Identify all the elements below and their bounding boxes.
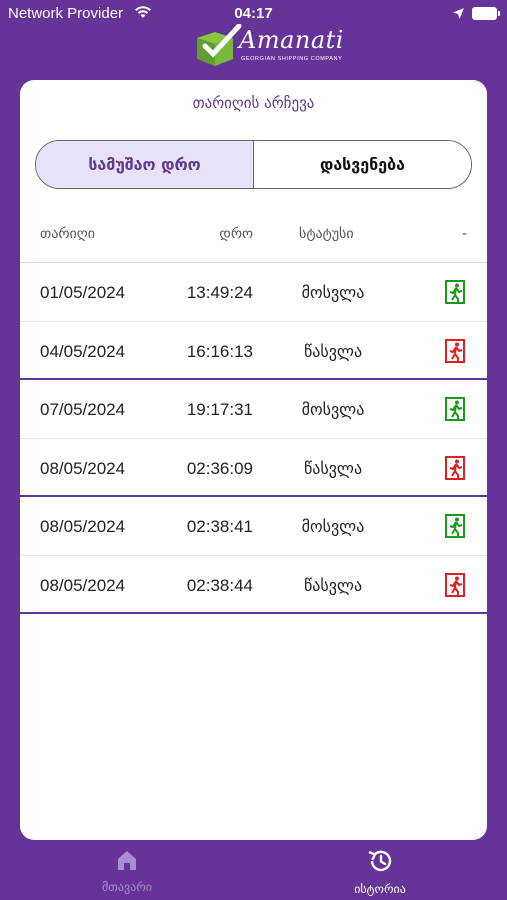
table-row: 08/05/2024 02:38:41 მოსვლა (20, 497, 487, 555)
header-time: დრო (219, 226, 253, 242)
row-time: 02:38:44 (186, 576, 253, 595)
tab-bar: მთავარი ისტორია (0, 840, 507, 900)
amanati-logo: Amanati GEORGIAN SHIPPING COMPANY (193, 24, 343, 72)
entry-icon (445, 397, 467, 421)
segment-break[interactable]: დასვენება (254, 141, 471, 188)
logo-subtitle: GEORGIAN SHIPPING COMPANY (241, 56, 343, 62)
row-time: 19:17:31 (186, 400, 253, 419)
location-arrow-icon (452, 6, 465, 24)
segmented-control: სამუშაო დრო დასვენება (35, 140, 472, 189)
entry-icon (445, 280, 467, 304)
logo-box-icon (197, 24, 242, 66)
history-card: თარიღის არჩევა სამუშაო დრო დასვენება თარ… (20, 80, 487, 840)
row-status: წასვლა (303, 459, 363, 478)
row-status: წასვლა (303, 342, 363, 361)
table-header: თარიღი დრო სტატუსი - (20, 226, 487, 246)
header-status: სტატუსი (299, 226, 354, 242)
row-status: მოსვლა (301, 517, 365, 536)
row-date: 08/05/2024 (40, 517, 126, 536)
tab-history[interactable]: ისტორია (310, 848, 450, 896)
row-date: 08/05/2024 (40, 576, 126, 595)
row-status: მოსვლა (301, 283, 365, 302)
row-date: 07/05/2024 (40, 400, 126, 419)
history-icon (368, 850, 392, 872)
row-date: 04/05/2024 (40, 342, 126, 361)
tab-home-label: მთავარი (102, 880, 152, 894)
entry-icon (445, 514, 467, 538)
header-date: თარიღი (40, 226, 95, 242)
row-status: წასვლა (303, 576, 363, 595)
row-time: 02:38:41 (186, 517, 253, 536)
table-row: 08/05/2024 02:36:09 წასვლა (20, 439, 487, 497)
table-row: 04/05/2024 16:16:13 წასვლა (20, 322, 487, 380)
tab-home[interactable]: მთავარი (57, 848, 197, 894)
group-divider (20, 612, 487, 614)
home-icon (118, 851, 136, 870)
tab-history-label: ისტორია (354, 882, 406, 896)
date-picker-title[interactable]: თარიღის არჩევა (20, 94, 487, 112)
segment-work-time[interactable]: სამუშაო დრო (36, 141, 254, 188)
row-date: 01/05/2024 (40, 283, 126, 302)
header-action: - (461, 226, 467, 242)
table-row: 07/05/2024 19:17:31 მოსვლა (20, 380, 487, 438)
table-row: 08/05/2024 02:38:44 წასვლა (20, 556, 487, 614)
battery-icon (472, 7, 500, 20)
logo-name: Amanati (239, 26, 344, 54)
row-time: 02:36:09 (186, 459, 253, 478)
row-status: მოსვლა (301, 400, 365, 419)
exit-icon (445, 339, 467, 363)
clock: 04:17 (234, 5, 273, 22)
row-date: 08/05/2024 (40, 459, 126, 478)
table-row: 01/05/2024 13:49:24 მოსვლა (20, 263, 487, 321)
exit-icon (445, 456, 467, 480)
exit-icon (445, 573, 467, 597)
row-time: 13:49:24 (186, 283, 253, 302)
row-time: 16:16:13 (186, 342, 253, 361)
